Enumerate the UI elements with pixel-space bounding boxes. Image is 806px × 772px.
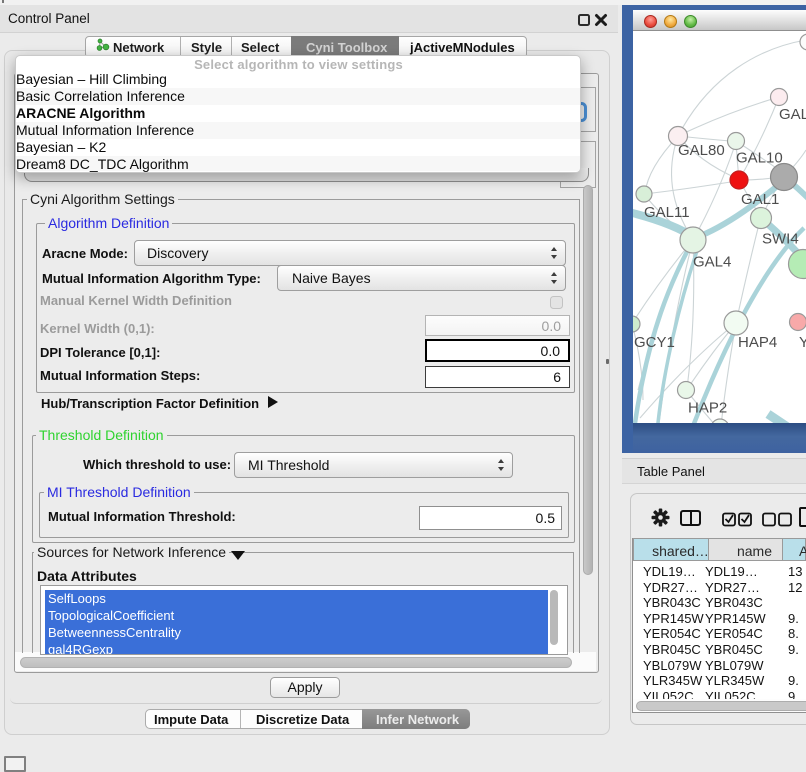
svg-text:SWI4: SWI4 (762, 231, 799, 248)
svg-text:GAL7: GAL7 (779, 106, 806, 123)
svg-text:HAP2: HAP2 (688, 400, 727, 417)
svg-text:GAL11: GAL11 (644, 204, 690, 221)
svg-text:GAL80: GAL80 (678, 142, 725, 159)
svg-text:GAL4: GAL4 (693, 254, 731, 271)
svg-text:GAL1: GAL1 (741, 191, 779, 208)
svg-text:Y: Y (799, 334, 806, 351)
svg-text:GCY1: GCY1 (634, 334, 675, 351)
svg-text:HAP4: HAP4 (738, 334, 777, 351)
svg-text:GAL10: GAL10 (736, 150, 783, 167)
